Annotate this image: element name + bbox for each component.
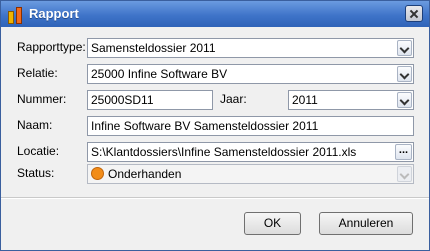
rapporttype-value: Samensteldossier 2011	[91, 41, 216, 55]
orange-circle-icon	[91, 167, 104, 180]
rapporttype-label: Rapporttype:	[17, 40, 86, 54]
chevron-down-icon[interactable]	[397, 92, 412, 108]
locatie-input[interactable]: S:\Klantdossiers\Infine Samensteldossier…	[87, 142, 414, 162]
naam-value: Infine Software BV Samensteldossier 2011	[91, 119, 319, 133]
cancel-button[interactable]: Annuleren	[319, 212, 413, 235]
jaar-select[interactable]: 2011	[288, 90, 414, 110]
naam-label: Naam:	[17, 118, 53, 132]
close-button[interactable]	[405, 5, 423, 22]
chevron-down-icon[interactable]	[397, 40, 412, 56]
relatie-select[interactable]: 25000 Infine Software BV	[87, 64, 414, 84]
separator	[1, 197, 429, 199]
nummer-value: 25000SD11	[91, 93, 154, 107]
ok-button[interactable]: OK	[244, 212, 301, 235]
browse-button[interactable]: ...	[395, 144, 412, 160]
relatie-value: 25000 Infine Software BV	[91, 67, 228, 81]
jaar-value: 2011	[292, 93, 318, 107]
locatie-label: Locatie:	[17, 144, 60, 158]
naam-input[interactable]: Infine Software BV Samensteldossier 2011	[87, 116, 414, 136]
chevron-down-icon	[397, 166, 412, 182]
nummer-label: Nummer:	[17, 92, 67, 106]
rapporttype-select[interactable]: Samensteldossier 2011	[87, 38, 414, 58]
relatie-label: Relatie:	[17, 66, 58, 80]
nummer-input[interactable]: 25000SD11	[87, 90, 213, 110]
window-title: Rapport	[29, 6, 79, 21]
rapport-dialog: Rapport Rapporttype: Samensteldossier 20…	[0, 0, 430, 251]
status-label: Status:	[17, 166, 55, 180]
status-select[interactable]: Onderhanden	[87, 164, 414, 184]
jaar-label: Jaar:	[220, 92, 247, 106]
status-value: Onderhanden	[108, 167, 182, 181]
app-logo-icon	[7, 6, 24, 24]
locatie-value: S:\Klantdossiers\Infine Samensteldossier…	[91, 145, 357, 159]
chevron-down-icon[interactable]	[397, 66, 412, 82]
title-bar[interactable]: Rapport	[1, 1, 429, 27]
